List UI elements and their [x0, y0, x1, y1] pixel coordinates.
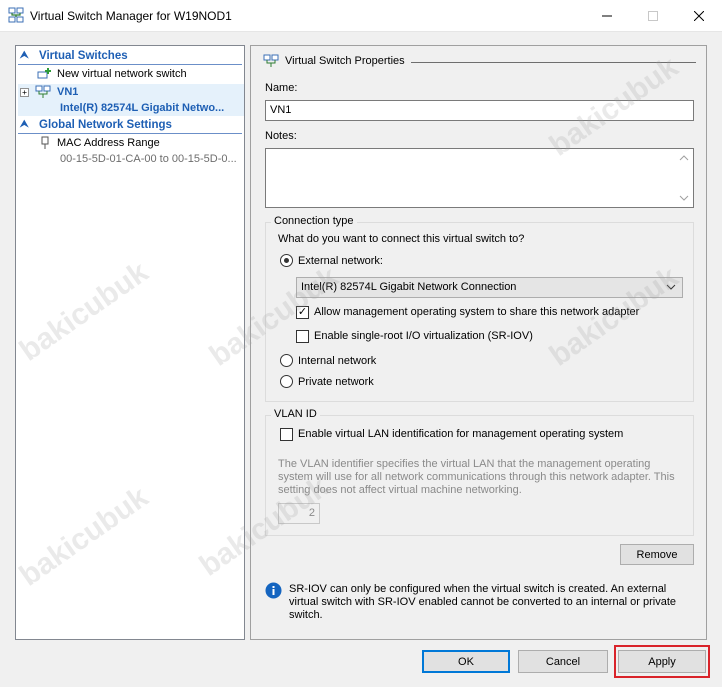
- virtual-switch-icon: [263, 54, 279, 71]
- maximize-icon: [648, 11, 658, 21]
- sriov-label: Enable single-root I/O virtualization (S…: [314, 330, 533, 342]
- allow-mgmt-label: Allow management operating system to sha…: [314, 306, 640, 318]
- internal-network-radio[interactable]: [280, 354, 293, 367]
- sriov-checkbox[interactable]: [296, 330, 309, 343]
- vlan-group-label: VLAN ID: [271, 408, 320, 420]
- info-icon: [265, 582, 282, 602]
- properties-title: Virtual Switch Properties: [285, 55, 405, 67]
- virtual-switches-header[interactable]: ⮝ Virtual Switches: [18, 49, 242, 65]
- collapse-chevron-icon: ⮝: [20, 119, 29, 130]
- vlan-description: The VLAN identifier specifies the virtua…: [278, 458, 675, 496]
- switch-name: VN1: [57, 86, 79, 98]
- ok-button[interactable]: OK: [422, 650, 510, 673]
- new-switch-icon: [37, 67, 53, 84]
- sriov-info-text: SR-IOV can only be configured when the v…: [289, 583, 677, 621]
- vlan-enable-label: Enable virtual LAN identification for ma…: [298, 428, 624, 440]
- maximize-button[interactable]: [630, 0, 676, 32]
- external-network-label: External network:: [298, 255, 383, 267]
- window-title: Virtual Switch Manager for W19NOD1: [30, 9, 232, 23]
- private-network-radio[interactable]: [280, 375, 293, 388]
- connection-question: What do you want to connect this virtual…: [278, 233, 525, 245]
- apply-button[interactable]: Apply: [618, 650, 706, 673]
- network-plug-icon: [40, 136, 50, 153]
- header-divider: [18, 64, 242, 65]
- scroll-arrows-icon: [679, 155, 689, 201]
- new-switch-item[interactable]: New virtual network switch: [18, 67, 242, 83]
- mac-address-range-item[interactable]: MAC Address Range: [18, 136, 242, 152]
- close-icon: [694, 11, 704, 21]
- vlan-enable-checkbox[interactable]: [280, 428, 293, 441]
- remove-button[interactable]: Remove: [620, 544, 694, 565]
- collapse-chevron-icon: ⮝: [20, 50, 29, 61]
- vlan-id-input[interactable]: 2: [278, 503, 320, 524]
- chevron-down-icon: [666, 284, 676, 290]
- mac-address-range-value: 00-15-5D-01-CA-00 to 00-15-5D-0...: [60, 153, 237, 165]
- header-divider: [18, 133, 242, 134]
- notes-textarea[interactable]: [265, 148, 694, 208]
- private-network-label: Private network: [298, 376, 374, 388]
- minimize-icon: [602, 15, 612, 17]
- notes-scrollbar[interactable]: [675, 149, 693, 207]
- adapter-select-value: Intel(R) 82574L Gigabit Network Connecti…: [301, 281, 517, 293]
- switch-tree[interactable]: ⮝ Virtual Switches New virtual network s…: [15, 45, 245, 640]
- close-button[interactable]: [676, 0, 722, 32]
- switch-adapter: Intel(R) 82574L Gigabit Netwo...: [60, 102, 225, 114]
- name-input[interactable]: VN1: [265, 100, 694, 121]
- cancel-button[interactable]: Cancel: [518, 650, 608, 673]
- name-label: Name:: [265, 82, 298, 94]
- notes-label: Notes:: [265, 130, 297, 142]
- minimize-button[interactable]: [584, 0, 630, 32]
- global-network-settings-header[interactable]: ⮝ Global Network Settings: [18, 118, 242, 134]
- title-rule: [411, 62, 696, 63]
- connection-type-label: Connection type: [271, 215, 357, 227]
- allow-mgmt-checkbox[interactable]: ✓: [296, 306, 309, 319]
- external-network-radio[interactable]: [280, 254, 293, 267]
- adapter-select[interactable]: Intel(R) 82574L Gigabit Network Connecti…: [296, 277, 683, 298]
- virtual-switch-manager-icon: [8, 7, 24, 23]
- properties-panel: Virtual Switch Properties Name: VN1 Note…: [250, 45, 707, 640]
- internal-network-label: Internal network: [298, 355, 377, 367]
- title-bar: Virtual Switch Manager for W19NOD1: [0, 0, 722, 32]
